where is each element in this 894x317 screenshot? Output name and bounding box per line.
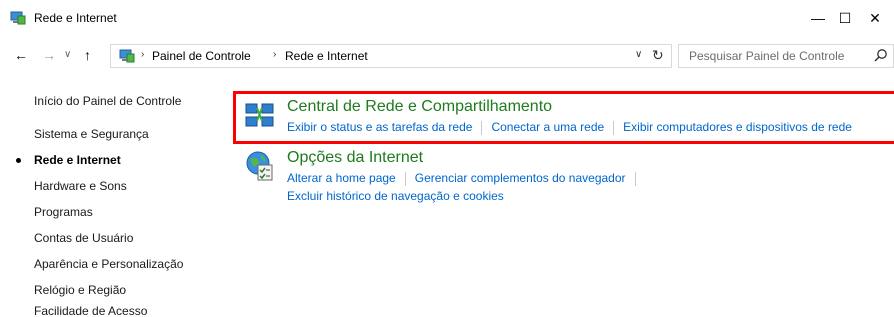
internet-options-links-row2: Excluir histórico de navegação e cookies [287, 189, 504, 203]
navigation-bar: ← → ∨ ↑ › Painel de Controle › Rede e In… [0, 40, 894, 72]
sidebar-item-sistema-e-seguranca[interactable]: Sistema e Segurança [34, 127, 149, 141]
link-manage-addons[interactable]: Gerenciar complementos do navegador [415, 171, 626, 185]
sidebar-item-facilidade-de-acesso[interactable]: Facilidade de Acesso [34, 304, 147, 317]
link-separator [404, 171, 406, 186]
refresh-icon[interactable]: ↻ [652, 47, 664, 64]
title-bar: Rede e Internet — ☐ ✕ [0, 0, 894, 36]
forward-arrow-icon[interactable]: → [42, 47, 56, 63]
sidebar-item-aparencia[interactable]: Aparência e Personalização [34, 257, 183, 271]
control-panel-location-icon [119, 49, 135, 63]
breadcrumb-separator-icon: › [273, 49, 277, 60]
internet-options-links-row1: Alterar a home page Gerenciar complemento… [287, 171, 645, 186]
link-delete-browsing-history[interactable]: Excluir histórico de navegação e cookies [287, 189, 504, 203]
address-dropdown-icon[interactable]: ∨ [635, 49, 642, 60]
sidebar-item-rede-e-internet[interactable]: Rede e Internet [34, 153, 121, 167]
control-panel-app-icon [10, 11, 26, 25]
breadcrumb-painel-de-controle[interactable]: Painel de Controle [152, 49, 251, 63]
breadcrumb-rede-e-internet[interactable]: Rede e Internet [285, 49, 368, 63]
internet-options-icon[interactable] [244, 150, 276, 182]
sidebar-item-relogio-e-regiao[interactable]: Relógio e Região [34, 283, 126, 297]
search-input[interactable]: Pesquisar Painel de Controle [678, 44, 894, 68]
recent-locations-chevron-icon[interactable]: ∨ [64, 49, 71, 60]
active-item-bullet-icon [16, 158, 21, 163]
up-arrow-icon[interactable]: ↑ [84, 47, 91, 63]
close-button[interactable]: ✕ [852, 0, 894, 36]
sidebar-item-contas-de-usuario[interactable]: Contas de Usuário [34, 231, 133, 245]
window-title: Rede e Internet [34, 11, 117, 25]
search-placeholder: Pesquisar Painel de Controle [689, 49, 845, 63]
highlight-box [233, 91, 894, 144]
sidebar-item-programas[interactable]: Programas [34, 205, 93, 219]
back-arrow-icon[interactable]: ← [14, 47, 28, 63]
breadcrumb-separator-icon: › [141, 49, 145, 60]
sidebar-item-inicio[interactable]: Início do Painel de Controle [34, 94, 181, 108]
internet-options-title[interactable]: Opções da Internet [287, 149, 423, 167]
link-separator [634, 171, 636, 186]
link-change-home-page[interactable]: Alterar a home page [287, 171, 396, 185]
sidebar-item-hardware-e-sons[interactable]: Hardware e Sons [34, 179, 127, 193]
search-icon[interactable] [873, 48, 889, 64]
address-bar[interactable]: › Painel de Controle › Rede e Internet ∨… [110, 44, 672, 68]
